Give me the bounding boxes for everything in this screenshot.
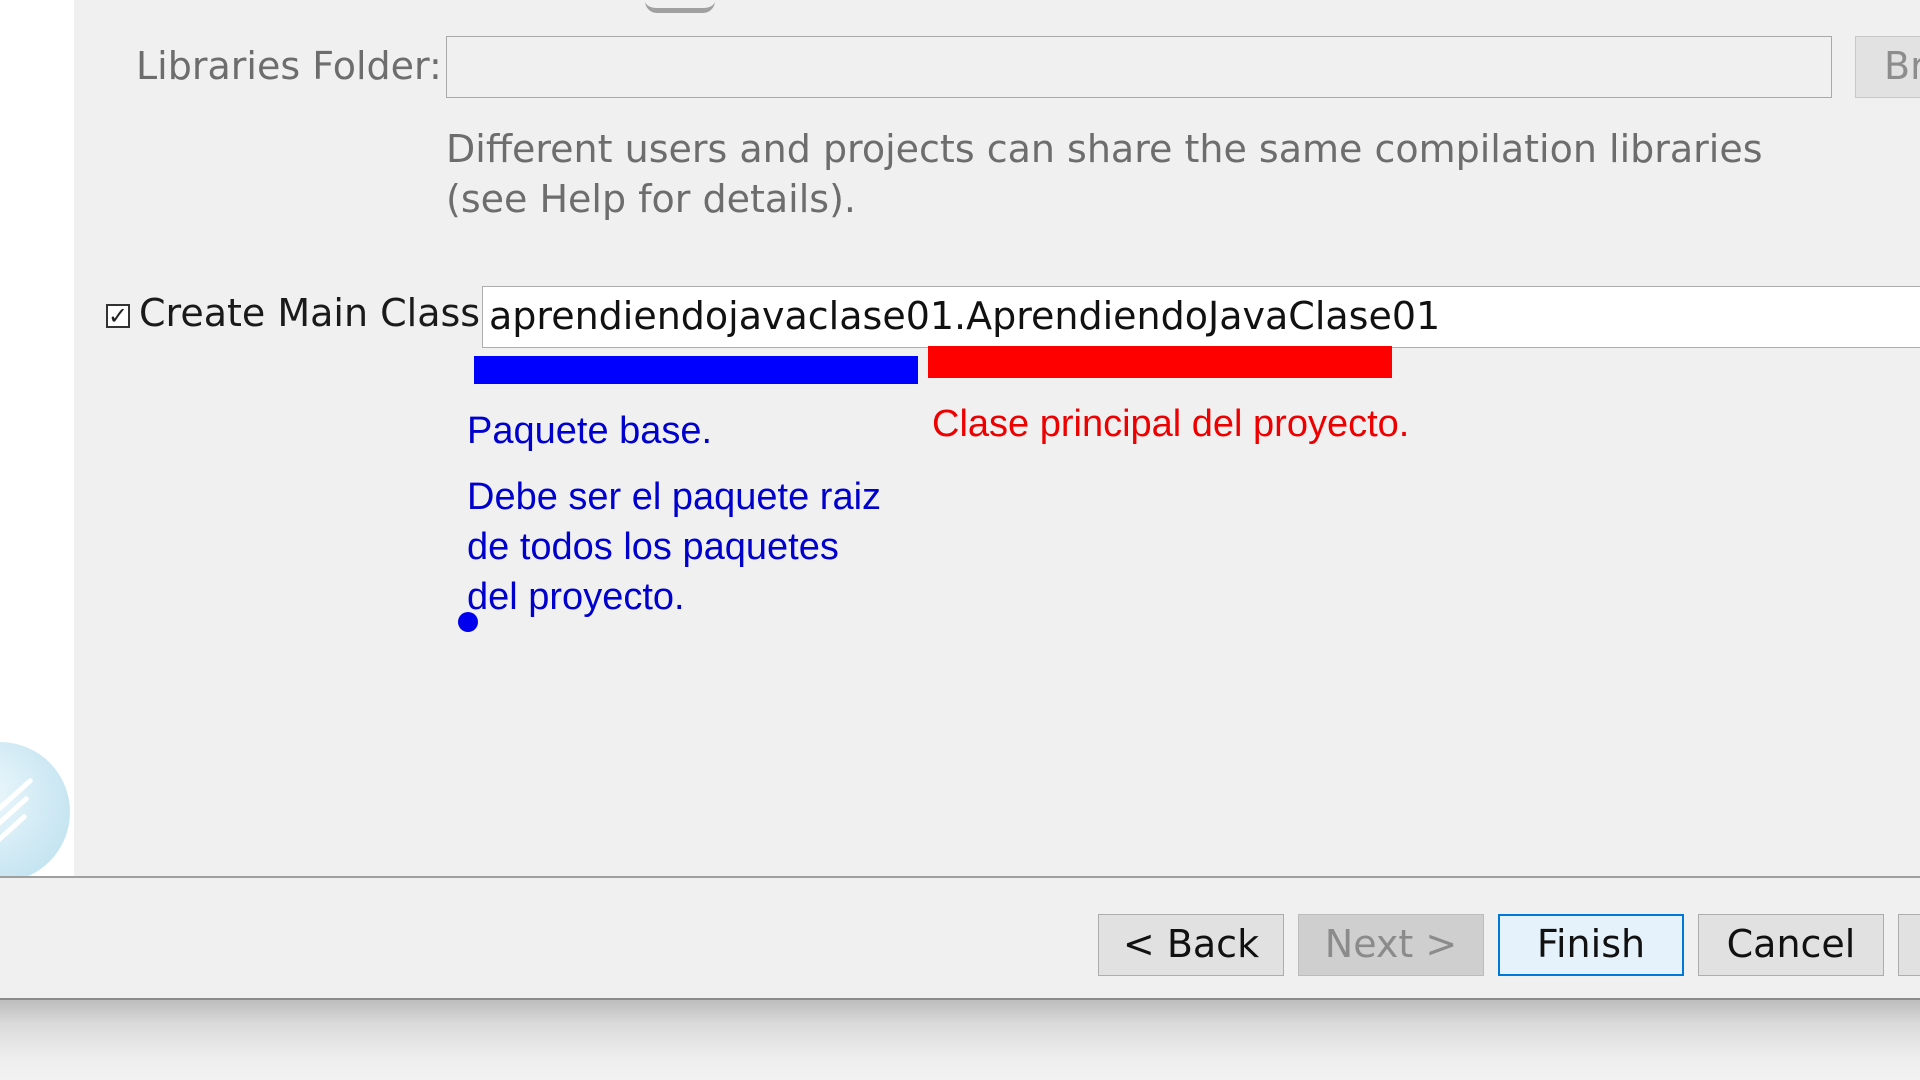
main-class-input[interactable]: aprendiendojavaclase01.AprendiendoJavaCl… bbox=[482, 286, 1920, 348]
package-note-line: de todos los paquetes bbox=[467, 526, 839, 568]
next-button[interactable]: Next > bbox=[1298, 914, 1484, 976]
cut-off-heading bbox=[645, 0, 715, 13]
finish-button[interactable]: Finish bbox=[1498, 914, 1684, 976]
button-bar-separator bbox=[0, 876, 1920, 878]
create-main-class-label[interactable]: Create Main Class bbox=[139, 291, 480, 335]
help-button[interactable] bbox=[1898, 914, 1920, 976]
package-note-line: Debe ser el paquete raiz bbox=[467, 476, 882, 518]
libraries-folder-field[interactable] bbox=[446, 36, 1832, 98]
class-highlight-bar bbox=[928, 346, 1392, 378]
package-highlight-bar bbox=[474, 356, 918, 384]
browse-button[interactable]: Br bbox=[1855, 36, 1920, 98]
class-note: Clase principal del proyecto. bbox=[932, 403, 1410, 445]
package-note-line: del proyecto. bbox=[467, 576, 685, 618]
create-main-class-checkbox[interactable]: ✓ bbox=[106, 304, 130, 328]
back-button[interactable]: < Back bbox=[1098, 914, 1284, 976]
libraries-folder-label: Libraries Folder: bbox=[136, 44, 442, 88]
wizard-image-panel bbox=[0, 0, 74, 876]
package-note-title: Paquete base. bbox=[467, 410, 713, 452]
netbeans-logo-icon bbox=[0, 742, 70, 876]
annotation-dot bbox=[458, 612, 478, 632]
dialog-shadow bbox=[0, 1000, 1920, 1080]
libraries-help-text: Different users and projects can share t… bbox=[446, 127, 1763, 221]
cancel-button[interactable]: Cancel bbox=[1698, 914, 1884, 976]
